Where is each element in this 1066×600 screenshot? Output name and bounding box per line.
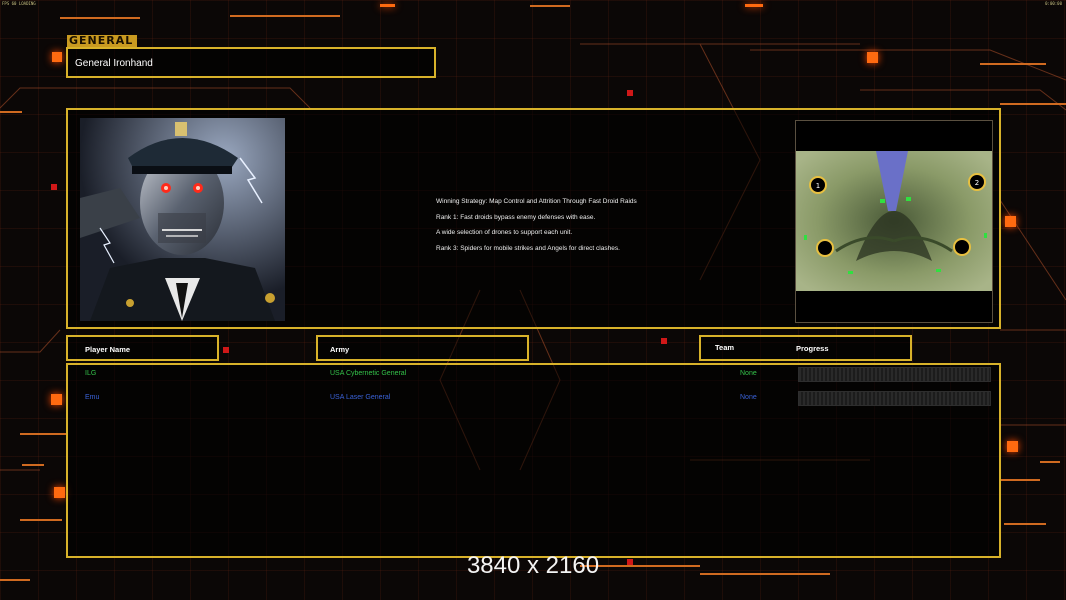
player-name: ILG: [85, 370, 97, 377]
header-player-name[interactable]: Player Name: [66, 335, 219, 361]
glow-square: [51, 394, 62, 405]
glow-square: [54, 487, 65, 498]
strategy-line: Rank 3: Spiders for mobile strikes and A…: [436, 244, 620, 252]
progress-bar: [798, 391, 991, 406]
strategy-text: Winning Strategy: Map Control and Attrit…: [436, 194, 637, 256]
status-text: FPS 60 LOADING: [2, 1, 36, 6]
glow-square: [867, 52, 878, 63]
red-dot: [223, 347, 229, 353]
player-team: None: [740, 370, 757, 377]
glow-square: [1005, 216, 1016, 227]
start-position: 2: [968, 173, 986, 191]
general-name: General Ironhand: [75, 58, 153, 69]
clock-text: 0:00:00: [1045, 1, 1062, 6]
red-dot: [51, 184, 57, 190]
start-position: [816, 239, 834, 257]
resolution-watermark: 3840 x 2160: [466, 552, 600, 579]
header-army[interactable]: Army: [316, 335, 529, 361]
general-section-label: GENERAL: [67, 35, 137, 47]
start-position: 1: [809, 176, 827, 194]
header-team-progress[interactable]: Team Progress: [699, 335, 912, 361]
slot-label: 1: [816, 182, 820, 190]
start-position: [953, 238, 971, 256]
player-army: USA Cybernetic General: [330, 370, 407, 377]
glow-square: [380, 4, 395, 7]
glow-square: [1007, 441, 1018, 452]
strategy-line: Rank 1: Fast droids bypass enemy defense…: [436, 213, 596, 221]
red-dot: [627, 90, 633, 96]
general-name-panel: General Ironhand: [66, 47, 436, 78]
header-label: Army: [330, 345, 350, 354]
player-list-panel: ILG USA Cybernetic General None Emu USA …: [66, 363, 1001, 558]
player-army: USA Laser General: [330, 394, 391, 401]
progress-bar: [798, 367, 991, 382]
general-info-panel: Winning Strategy: Map Control and Attrit…: [66, 108, 1001, 329]
header-label-progress: Progress: [796, 344, 829, 353]
header-label-team: Team: [715, 343, 735, 352]
minimap[interactable]: 1 2: [795, 120, 993, 323]
strategy-line: Winning Strategy: Map Control and Attrit…: [436, 198, 637, 205]
general-portrait: [80, 118, 285, 321]
strategy-line: A wide selection of drones to support ea…: [436, 229, 573, 236]
glow-square: [52, 52, 62, 62]
player-name: Emu: [85, 394, 100, 401]
glow-square: [745, 4, 763, 7]
slot-label: 2: [975, 179, 979, 187]
red-dot: [661, 338, 667, 344]
player-team: None: [740, 394, 757, 401]
header-label: Player Name: [85, 345, 131, 354]
